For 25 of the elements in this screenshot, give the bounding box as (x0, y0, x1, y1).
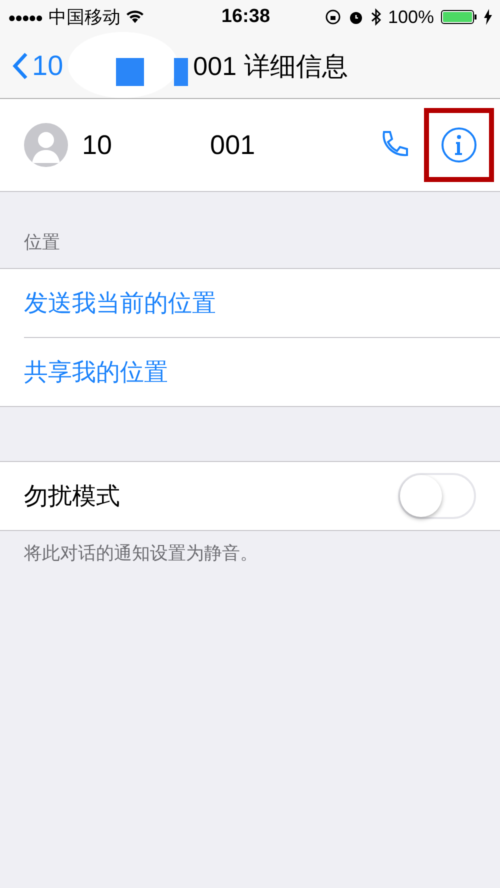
battery-icon (441, 9, 478, 25)
redaction-square (174, 58, 188, 86)
setting-label: 勿扰模式 (24, 482, 121, 512)
section-header: 位置 (23, 231, 61, 254)
contact-name: 001 (210, 130, 256, 160)
nav-title: 001 详细信息 (193, 50, 348, 82)
location-link[interactable]: 共享我的位置 (24, 356, 168, 388)
signal-dots: ●●●●● (8, 10, 42, 24)
rotation-lock-icon (324, 9, 341, 25)
redaction-square (116, 58, 144, 86)
contact-name: 10 (82, 130, 112, 160)
info-icon[interactable] (441, 127, 477, 163)
carrier-name: 中国移动 (48, 6, 120, 29)
section-footer: 将此对话的通知设置为静音。 (0, 531, 500, 575)
charging-icon (484, 9, 492, 25)
toggle-switch[interactable] (398, 473, 476, 519)
clock-time: 16:38 (220, 6, 272, 28)
alarm-icon (348, 9, 364, 25)
avatar-icon (24, 123, 68, 167)
bluetooth-icon (370, 8, 381, 26)
location-link[interactable]: 发送我当前的位置 (24, 287, 216, 319)
wifi-icon (126, 10, 144, 24)
chevron-left-icon (12, 52, 28, 80)
battery-percent: 100% (388, 6, 434, 28)
back-button[interactable]: 10 (12, 50, 64, 82)
